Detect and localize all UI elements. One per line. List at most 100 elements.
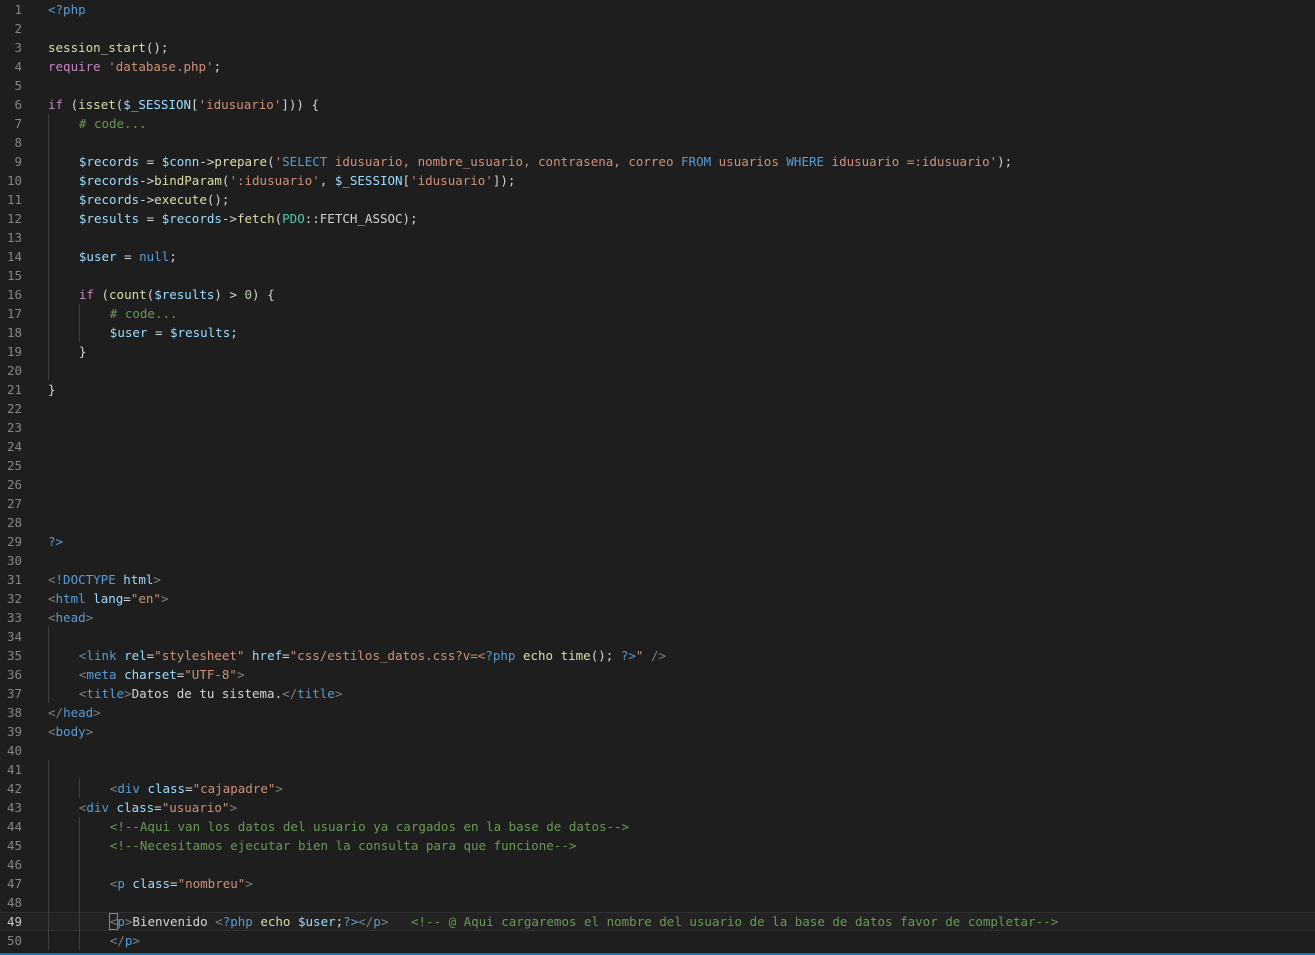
line-number: 48 [6,895,22,910]
line-code: <!--Necesitamos ejecutar bien la consult… [110,836,577,855]
code-line[interactable]: 15 [0,266,1315,285]
code-line[interactable]: 39 <body> [0,722,1315,741]
code-token: 'idusuario' [410,173,493,188]
line-number: 38 [6,705,22,720]
code-line[interactable]: 19} [0,342,1315,361]
code-line[interactable]: 21} [0,380,1315,399]
code-token: title [297,686,335,701]
code-line[interactable]: 30 [0,551,1315,570]
code-line[interactable]: 36 <meta charset="UTF-8"> [0,665,1315,684]
code-token: title [86,686,125,701]
code-token: require [48,59,101,74]
code-token: Bienvenido [132,914,216,929]
code-line[interactable]: 50 </p> [0,931,1315,950]
indent-guide [48,760,49,779]
code-editor[interactable]: 1 <?php 2 3 session_start(); 4 require 'databa… [0,0,1315,955]
code-line[interactable]: 24 [0,437,1315,456]
line-code: <p>Bienvenido <?php echo $user;?></p> <!… [108,912,1058,931]
code-line[interactable]: 40 [0,741,1315,760]
indent-guide [48,323,49,342]
code-token: head [63,705,94,720]
code-line[interactable]: 3 session_start(); [0,38,1315,57]
code-token: > [229,800,237,815]
code-line[interactable]: 32 <html lang="en"> [0,589,1315,608]
code-token: idusuario, nombre_usuario, contrasena, c… [327,154,682,169]
indent-guide [78,779,80,798]
code-line[interactable]: 37 <title>Datos de tu sistema.</title> [0,684,1315,703]
line-number: 43 [6,800,22,815]
code-line[interactable]: 45 <!--Necesitamos ejecutar bien la consu… [0,836,1315,855]
code-token: (); [590,648,621,663]
code-line[interactable]: 46 [0,855,1315,874]
code-line[interactable]: 6 if (isset($_SESSION['idusuario'])) { [0,95,1315,114]
code-line[interactable]: 10 $records->bindParam(':idusuario', $_SE… [0,171,1315,190]
code-line[interactable]: 2 [0,19,1315,38]
code-line[interactable]: 8 [0,133,1315,152]
line-code: $user = null; [79,247,177,266]
line-number: 35 [6,648,22,663]
code-line[interactable]: 25 [0,456,1315,475]
code-token: } [78,344,87,359]
code-line[interactable]: 16 if (count($results) > 0) { [0,285,1315,304]
code-line[interactable]: 47 <p class="nombreu"> [0,874,1315,893]
code-line[interactable]: 38 </head> [0,703,1315,722]
code-token: $user [298,914,336,929]
code-line[interactable]: 48 [0,893,1315,912]
code-token: SELECT [282,154,328,169]
line-number: 44 [6,819,22,834]
code-line[interactable]: 11 $records->execute(); [0,190,1315,209]
line-number: 27 [6,496,22,511]
code-token: fetch [236,211,275,226]
code-token: -> [139,173,155,188]
line-number: 13 [6,230,22,245]
code-line[interactable]: 26 [0,475,1315,494]
code-line[interactable]: 28 [0,513,1315,532]
line-number: 47 [6,876,22,891]
code-token: if [78,287,94,302]
code-token: 0 [244,287,253,302]
code-line[interactable]: 18 $user = $results; [0,323,1315,342]
line-code: <p class="nombreu"> [110,874,253,893]
code-line[interactable]: 27 [0,494,1315,513]
code-line[interactable]: 5 [0,76,1315,95]
code-token: meta [86,667,117,682]
code-token: ::FETCH_ASSOC); [304,211,418,226]
code-token: </ [358,914,374,929]
code-token: "en" [130,591,161,606]
line-code: $results = $records->fetch(PDO::FETCH_AS… [79,209,418,228]
code-line[interactable]: 4 require 'database.php'; [0,57,1315,76]
code-line[interactable]: 12 $results = $records->fetch(PDO::FETCH_… [0,209,1315,228]
code-line[interactable]: 31 <!DOCTYPE html> [0,570,1315,589]
code-line[interactable]: 34 [0,627,1315,646]
code-line[interactable]: 17 # code... [0,304,1315,323]
code-line[interactable]: 1 <?php [0,0,1315,19]
code-token: $records [78,173,140,188]
code-line[interactable]: 9 $records = $conn->prepare('SELECT idusu… [0,152,1315,171]
code-line[interactable]: 49 <p>Bienvenido <?php echo $user;?></p> … [0,912,1315,931]
line-code: $records->execute(); [79,190,230,209]
code-token: -> [139,192,155,207]
code-line[interactable]: 35 <link rel="stylesheet" href="css/estil… [0,646,1315,665]
code-token: <?php [48,2,86,17]
code-token: $results [170,325,231,340]
code-line[interactable]: 41 [0,760,1315,779]
line-code: require 'database.php'; [48,57,221,76]
code-line[interactable]: 7 # code... [0,114,1315,133]
code-line[interactable]: 44 <!--Aqui van los datos del usuario ya … [0,817,1315,836]
code-line[interactable]: 29 ?> [0,532,1315,551]
code-line[interactable]: 43 <div class="usuario"> [0,798,1315,817]
code-token: /> [650,648,667,663]
code-line[interactable]: 20 [0,361,1315,380]
indent-guide [48,893,49,912]
code-line[interactable]: 14 $user = null; [0,247,1315,266]
code-line[interactable]: 33 <head> [0,608,1315,627]
line-number: 40 [6,743,22,758]
code-line[interactable]: 22 [0,399,1315,418]
code-line[interactable]: 42 <div class="cajapadre"> [0,779,1315,798]
code-line[interactable]: 13 [0,228,1315,247]
code-token: ':idusuario' [229,173,320,188]
code-token: -> [221,211,237,226]
code-token: class [147,781,186,796]
code-line[interactable]: 23 [0,418,1315,437]
line-number: 37 [6,686,22,701]
